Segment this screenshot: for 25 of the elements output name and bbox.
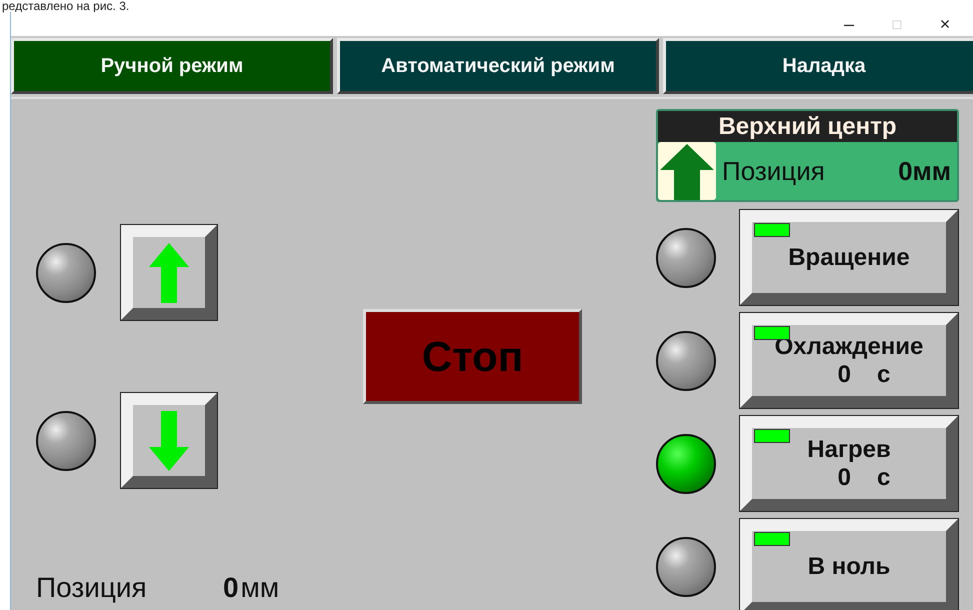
close-button[interactable]: × bbox=[923, 14, 967, 34]
status-indicator bbox=[754, 326, 790, 340]
position-value: 0мм bbox=[898, 156, 952, 186]
minimize-button[interactable]: – bbox=[827, 14, 871, 34]
function-button[interactable]: Вращение bbox=[740, 210, 958, 305]
status-indicator bbox=[754, 223, 790, 237]
up-arrow-icon bbox=[149, 242, 189, 302]
mode-tab[interactable]: Автоматический режим bbox=[337, 38, 659, 94]
mode-tab[interactable]: Ручной режим bbox=[11, 38, 333, 94]
document-text: редставлено на рис. 3. bbox=[1, 0, 130, 12]
function-button[interactable]: Нагрев 0 с bbox=[740, 416, 958, 511]
down-arrow-icon bbox=[149, 410, 189, 470]
position-label: Позиция bbox=[36, 572, 148, 604]
move-up-button[interactable] bbox=[121, 225, 217, 320]
status-indicator bbox=[754, 532, 790, 546]
position-value: 0 bbox=[223, 572, 239, 604]
panel-title: Верхний центр bbox=[658, 111, 957, 142]
up-arrow-icon bbox=[658, 142, 716, 200]
function-button[interactable]: В ноль bbox=[740, 519, 958, 610]
function-button[interactable]: Охлаждение 0 с bbox=[740, 313, 958, 408]
move-down-button[interactable] bbox=[121, 393, 217, 488]
mode-tab[interactable]: Наладка bbox=[663, 38, 973, 94]
position-unit: мм bbox=[240, 572, 280, 604]
position-label: Позиция bbox=[722, 156, 826, 186]
status-indicator bbox=[754, 429, 790, 443]
